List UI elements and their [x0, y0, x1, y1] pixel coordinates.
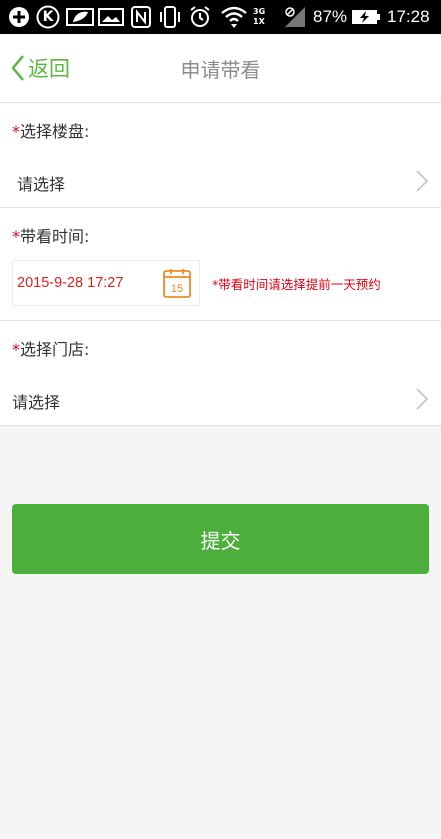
calendar-icon[interactable]: 15 — [163, 268, 191, 298]
store-label-row: *选择门店: — [0, 321, 441, 374]
property-label-row: *选择楼盘: — [0, 103, 441, 156]
picture-icon — [98, 6, 124, 28]
store-select[interactable]: 请选择 — [0, 373, 441, 426]
required-mark: * — [12, 340, 20, 359]
chevron-right-icon — [416, 170, 429, 192]
nfc-icon — [130, 6, 152, 28]
battery-charging-icon — [351, 6, 381, 28]
leaf-icon — [66, 6, 94, 28]
property-label: 选择楼盘: — [20, 122, 90, 141]
nav-bar: 返回 申请带看 — [0, 34, 441, 103]
battery-percent: 87% — [313, 7, 348, 26]
plus-badge-icon — [8, 6, 30, 28]
clock: 17:28 — [387, 7, 430, 26]
time-hint: *带看时间请选择提前一天预约 — [212, 277, 381, 292]
wifi-icon — [220, 6, 248, 28]
required-mark: * — [12, 227, 20, 246]
mobile-signal-icon: 3G 1X — [253, 7, 266, 26]
alarm-icon — [188, 6, 212, 28]
date-picker[interactable]: 2015-9-28 17:27 15 — [12, 260, 200, 306]
time-row: 2015-9-28 17:27 15 *带看时间请选择提前一天预约 — [0, 258, 441, 321]
time-label-row: *带看时间: — [0, 208, 441, 258]
vibrate-icon — [158, 6, 182, 28]
k-app-icon: K — [36, 5, 60, 29]
signal-bars-icon — [283, 6, 307, 28]
date-value: 2015-9-28 17:27 — [17, 275, 124, 291]
time-label: 带看时间: — [20, 227, 90, 246]
calendar-day: 15 — [171, 283, 183, 295]
property-placeholder: 请选择 — [17, 175, 66, 194]
submit-button[interactable]: 提交 — [12, 504, 429, 574]
property-select[interactable]: 请选择 — [0, 155, 441, 208]
store-placeholder: 请选择 — [12, 393, 61, 412]
required-mark: * — [12, 122, 20, 141]
store-label: 选择门店: — [20, 340, 90, 359]
page-title: 申请带看 — [180, 58, 261, 82]
chevron-right-icon — [416, 388, 429, 410]
status-bar: K 3G 1X 87% 17:28 — [0, 0, 441, 34]
